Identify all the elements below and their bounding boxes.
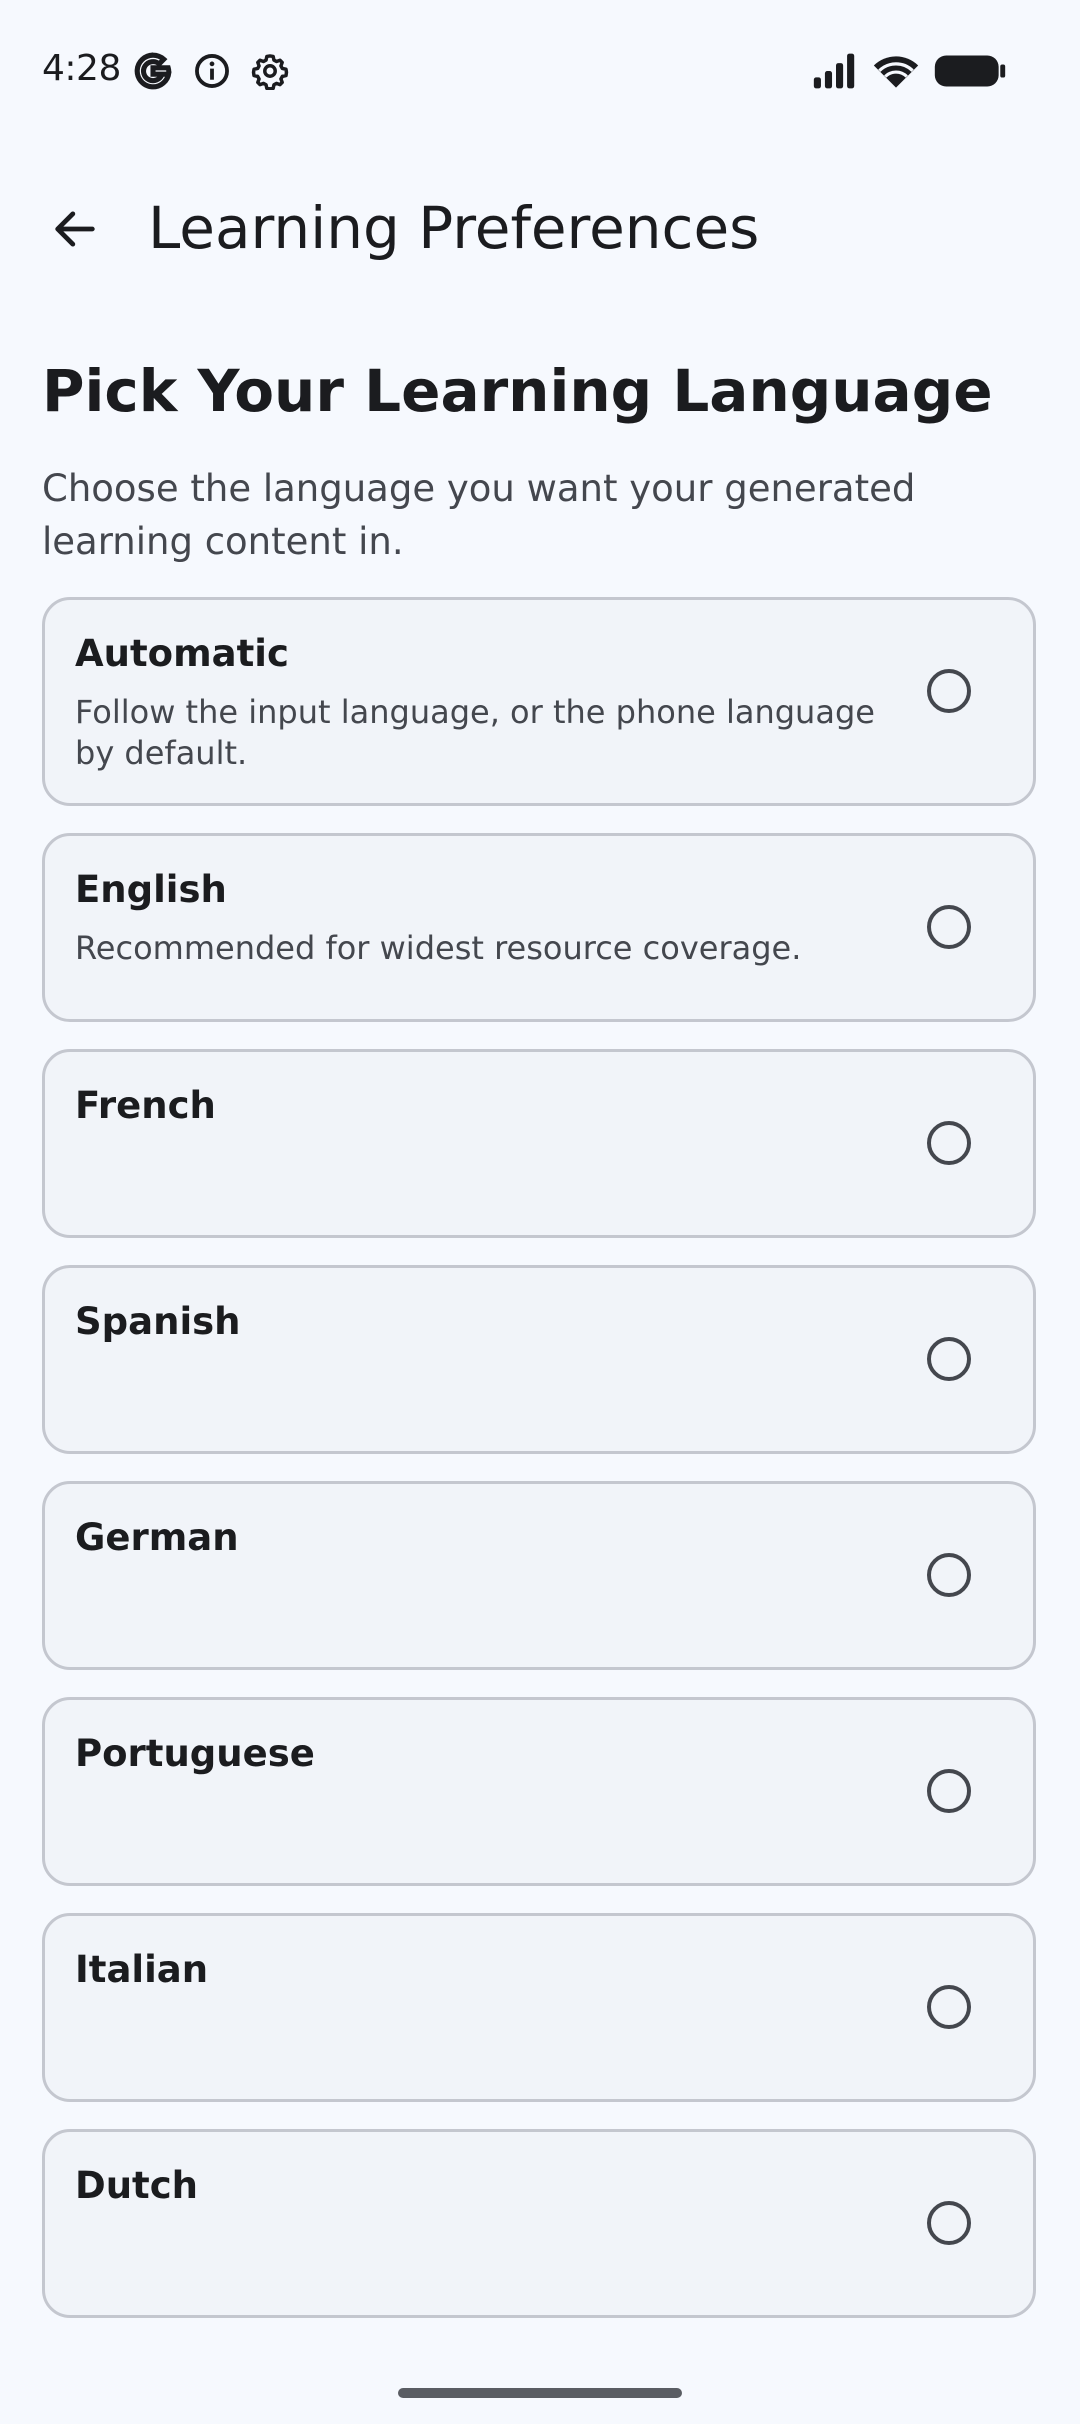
option-label: Spanish [75,1300,241,1343]
app-bar-title: Learning Preferences [148,194,760,262]
option-label: Dutch [75,2164,199,2207]
option-description: Follow the input language, or the phone … [75,693,875,772]
settings-gear-icon [251,52,289,90]
option-description: Recommended for widest resource coverage… [75,929,802,967]
radio-button[interactable] [927,2201,971,2245]
signal-icon [812,52,860,90]
radio-button[interactable] [927,1121,971,1165]
option-french[interactable]: French [42,1049,1036,1238]
option-spanish[interactable]: Spanish [42,1265,1036,1454]
option-italian[interactable]: Italian [42,1913,1036,2102]
radio-button[interactable] [927,905,971,949]
option-label: French [75,1084,216,1127]
home-indicator[interactable] [398,2388,682,2398]
arrow-back-icon [55,211,95,247]
option-label: Automatic [75,632,289,675]
option-automatic[interactable]: Automatic Follow the input language, or … [42,597,1036,806]
option-label: Portuguese [75,1732,315,1775]
radio-button[interactable] [927,1985,971,2029]
page-subtitle: Choose the language you want your genera… [42,467,916,563]
option-dutch[interactable]: Dutch [42,2129,1036,2318]
radio-button[interactable] [927,669,971,713]
status-bar: 4:28 [0,0,1080,140]
radio-button[interactable] [927,1337,971,1381]
option-german[interactable]: German [42,1481,1036,1670]
google-g-icon [134,52,172,90]
option-label: Italian [75,1948,209,1991]
battery-icon [934,54,1006,88]
option-label: English [75,868,227,911]
page-heading: Pick Your Learning Language [42,357,993,425]
back-button[interactable] [36,190,114,268]
option-portuguese[interactable]: Portuguese [42,1697,1036,1886]
option-english[interactable]: English Recommended for widest resource … [42,833,1036,1022]
status-time: 4:28 [42,48,121,89]
radio-button[interactable] [927,1553,971,1597]
wifi-icon [872,52,920,90]
option-label: German [75,1516,239,1559]
screen: 4:28 Learning Preferences Pick Your Lear… [0,0,1080,2424]
info-icon [193,52,231,90]
radio-button[interactable] [927,1769,971,1813]
